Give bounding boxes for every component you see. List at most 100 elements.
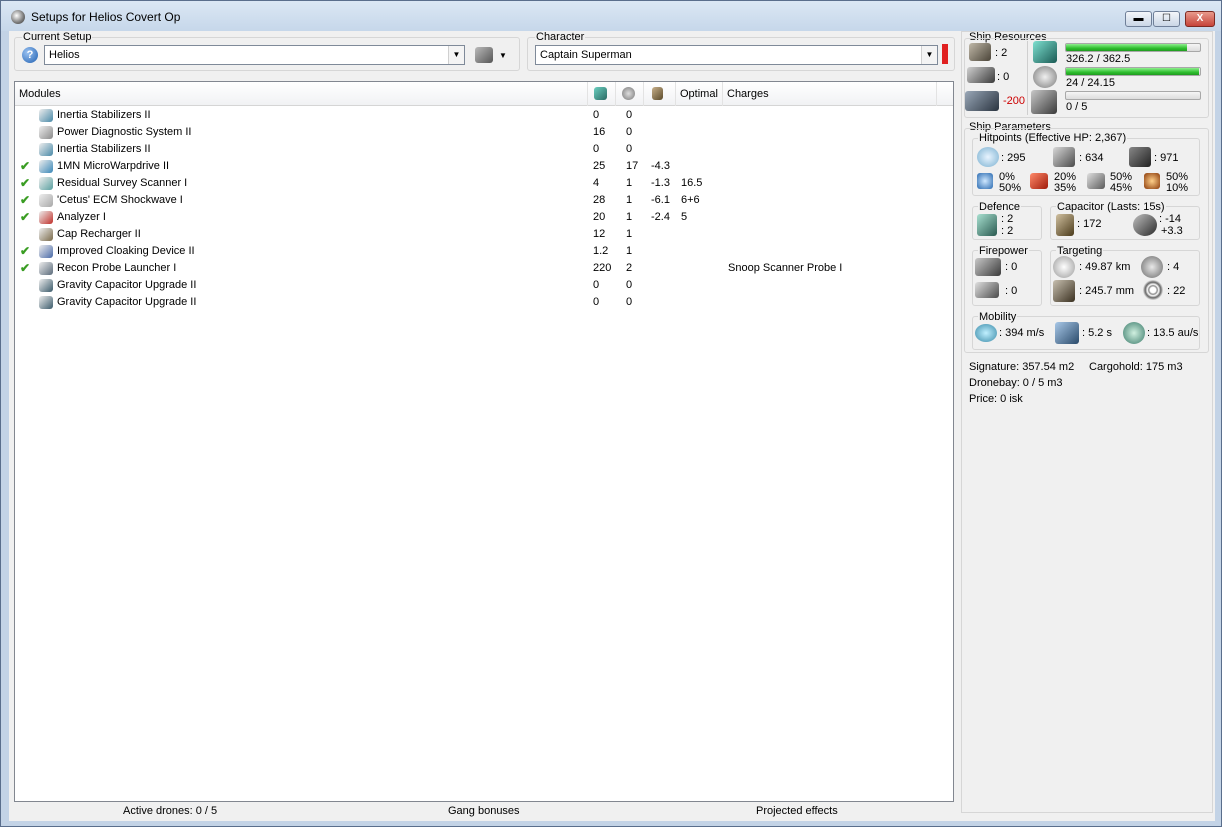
module-name: Analyzer I [57, 211, 106, 223]
module-name: Improved Cloaking Device II [57, 245, 195, 257]
ship-menu-icon[interactable] [475, 47, 493, 63]
capacitor-capacity: : 172 [1077, 218, 1102, 230]
module-name: 1MN MicroWarpdrive II [57, 160, 170, 172]
defence-value-b: : 2 [1001, 225, 1014, 237]
module-powergrid: 2 [626, 262, 633, 274]
table-row[interactable]: Cap Recharger II 12 1 [15, 226, 953, 243]
module-active-check[interactable]: ✔ [20, 175, 34, 192]
modules-header: Modules Optimal Charges [15, 82, 953, 106]
close-button[interactable]: X [1185, 11, 1215, 27]
cpu-icon [594, 87, 607, 100]
module-name: Inertia Stabilizers II [57, 109, 151, 121]
module-powergrid: 1 [626, 194, 633, 206]
table-row[interactable]: Gravity Capacitor Upgrade II 0 0 [15, 294, 953, 311]
table-row[interactable]: Inertia Stabilizers II 0 0 [15, 141, 953, 158]
module-name: Gravity Capacitor Upgrade II [57, 279, 197, 291]
scan-resolution: : 245.7 mm [1079, 285, 1135, 297]
module-active-check[interactable]: ✔ [20, 158, 34, 175]
module-optimal: 16.5 [681, 177, 703, 189]
title-bar: Setups for Helios Covert Op ▬ ☐ X [1, 1, 1221, 31]
module-cpu: 0 [593, 296, 600, 308]
module-powergrid: 0 [626, 279, 633, 291]
capacitor-recharge-icon [1133, 214, 1157, 236]
align-time: : 5.2 s [1082, 327, 1112, 339]
module-cpu: 1.2 [593, 245, 609, 257]
kinetic-resist-b: 45% [1110, 182, 1133, 194]
launcher-hardpoint-icon [967, 67, 995, 83]
app-window: Setups for Helios Covert Op ▬ ☐ X Curren… [0, 0, 1222, 827]
table-row[interactable]: ✔ 1MN MicroWarpdrive II 25 17 -4.3 [15, 158, 953, 175]
module-powergrid: 1 [626, 211, 633, 223]
modules-list[interactable]: Modules Optimal Charges Inertia Stabiliz… [14, 81, 954, 802]
module-optimal: 6+6 [681, 194, 700, 206]
module-active-check[interactable]: ✔ [20, 192, 34, 209]
powergrid-value: 24 / 24.15 [1066, 77, 1115, 89]
module-name: Cap Recharger II [57, 228, 141, 240]
targeting-range-icon [1053, 256, 1075, 278]
thermal-resist-icon [1030, 173, 1048, 189]
module-cpu: 16 [593, 126, 606, 138]
header-cpu[interactable] [588, 82, 616, 106]
structure-hp-icon [1129, 147, 1151, 167]
setup-label: Current Setup [22, 31, 93, 43]
table-row[interactable]: ✔ 'Cetus' ECM Shockwave I 28 1 -6.1 6+6 [15, 192, 953, 209]
table-row[interactable]: ✔ Analyzer I 20 1 -2.4 5 [15, 209, 953, 226]
character-select[interactable]: Captain Superman ▼ [535, 45, 938, 65]
header-modules[interactable]: Modules [15, 82, 588, 106]
module-name: Inertia Stabilizers II [57, 143, 151, 155]
header-powergrid[interactable] [616, 82, 644, 106]
module-cpu: 20 [593, 211, 606, 223]
hitpoints-label: Hitpoints (Effective HP: 2,367) [978, 132, 1128, 144]
explosive-resist-b: 10% [1166, 182, 1189, 194]
module-capacitor: -1.3 [651, 177, 670, 189]
chevron-down-icon[interactable]: ▼ [448, 46, 464, 64]
shield-boost-icon [977, 214, 997, 236]
max-targets: : 4 [1167, 261, 1180, 273]
module-charge: Snoop Scanner Probe I [728, 262, 843, 274]
powergrid-icon [622, 87, 635, 100]
calibration-value: -200 [1003, 95, 1026, 107]
capacitor-upgrade-icon [39, 279, 53, 292]
capacitor-label: Capacitor (Lasts: 15s) [1056, 201, 1166, 213]
chevron-down-icon[interactable]: ▼ [499, 51, 507, 60]
active-drones-label[interactable]: Active drones: 0 / 5 [123, 805, 217, 817]
header-capacitor[interactable] [644, 82, 676, 106]
table-row[interactable]: Power Diagnostic System II 16 0 [15, 124, 953, 141]
table-row[interactable]: ✔ Residual Survey Scanner I 4 1 -1.3 16.5 [15, 175, 953, 192]
window-title: Setups for Helios Covert Op [31, 10, 181, 24]
shield-hp-icon [977, 147, 999, 167]
help-icon[interactable]: ? [22, 47, 38, 63]
module-optimal: 5 [681, 211, 688, 223]
table-row[interactable]: Gravity Capacitor Upgrade II 0 0 [15, 277, 953, 294]
module-active-check[interactable]: ✔ [20, 209, 34, 226]
maximize-button[interactable]: ☐ [1153, 11, 1180, 27]
warp-speed: : 13.5 au/s [1147, 327, 1199, 339]
module-name: Power Diagnostic System II [57, 126, 192, 138]
module-powergrid: 0 [626, 296, 633, 308]
chevron-down-icon[interactable]: ▼ [921, 46, 937, 64]
table-row[interactable]: Inertia Stabilizers II 0 0 [15, 107, 953, 124]
em-resist-a: 0% [999, 171, 1015, 183]
capacitor-upgrade-icon [39, 296, 53, 309]
module-active-check[interactable]: ✔ [20, 243, 34, 260]
sensor-strength: : 22 [1167, 285, 1186, 297]
module-cpu: 12 [593, 228, 606, 240]
minimize-button[interactable]: ▬ [1125, 11, 1152, 27]
table-row[interactable]: ✔ Recon Probe Launcher I 220 2 Snoop Scanner… [15, 260, 953, 277]
header-charges[interactable]: Charges [723, 82, 937, 106]
calibration-icon [965, 91, 999, 111]
drone-bandwidth-icon [1031, 90, 1057, 114]
cpu-value: 326.2 / 362.5 [1066, 53, 1131, 65]
setup-select[interactable]: Helios ▼ [44, 45, 465, 65]
module-active-check[interactable]: ✔ [20, 260, 34, 277]
app-icon [11, 10, 25, 24]
projected-effects-label[interactable]: Projected effects [756, 805, 838, 817]
firepower-label: Firepower [978, 245, 1029, 257]
inertia-icon [39, 143, 53, 156]
ecm-icon [39, 194, 53, 207]
header-optimal[interactable]: Optimal [676, 82, 723, 106]
dronebay-capacity: Dronebay: 0 / 5 m3 [969, 377, 1063, 389]
gang-bonuses-label[interactable]: Gang bonuses [448, 805, 520, 817]
em-resist-b: 50% [999, 182, 1022, 194]
table-row[interactable]: ✔ Improved Cloaking Device II 1.2 1 [15, 243, 953, 260]
